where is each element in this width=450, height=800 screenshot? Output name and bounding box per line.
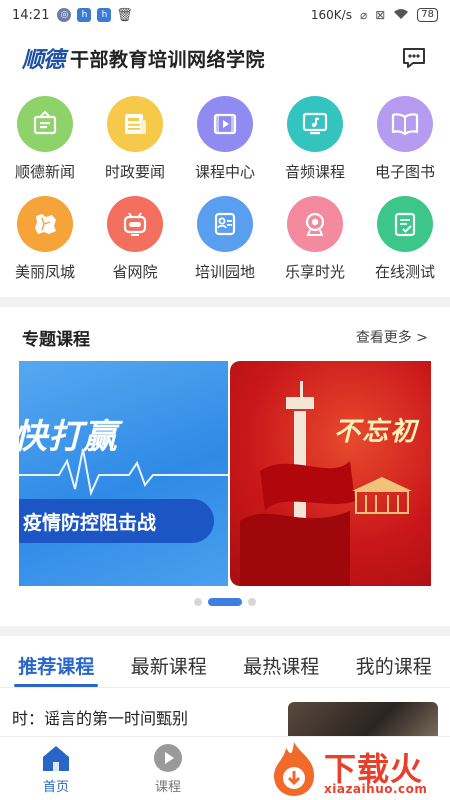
nav-label: 课程 — [154, 780, 181, 795]
grid-item-label: 顺德新闻 — [14, 163, 75, 181]
featured-courses-header: 专题课程 查看更多 > — [0, 322, 450, 352]
grid-item-label: 乐享时光 — [284, 263, 345, 281]
course-list-item[interactable]: 时：谣言的第一时间甄别 — [0, 700, 450, 736]
grid-item-training-ground[interactable]: 培训园地 — [180, 196, 270, 296]
tab-label: 最新课程 — [130, 656, 207, 678]
home-icon — [41, 743, 71, 773]
grid-item-leisure-time[interactable]: 乐享时光 — [270, 196, 360, 296]
grid-item-label: 省网院 — [112, 263, 158, 281]
checklist-icon — [377, 196, 433, 252]
feature-grid: 顺德新闻 时政要闻 课程中心 音频课程 电子图书 美丽凤城 省网院 培训园地 乐… — [0, 96, 450, 296]
webcam-icon — [287, 196, 343, 252]
building-graphic — [352, 477, 412, 514]
grid-item-shunde-news[interactable]: 顺德新闻 — [0, 96, 90, 196]
trash-icon: 🗑 — [116, 7, 133, 23]
nav-label: 首页 — [42, 780, 69, 795]
grid-item-label: 音频课程 — [284, 163, 345, 181]
newspaper-icon — [107, 96, 163, 152]
grid-item-label: 培训园地 — [194, 263, 255, 281]
banner-headline: 快打赢 — [19, 417, 118, 457]
grid-item-label: 电子图书 — [374, 163, 435, 181]
wifi-icon — [393, 8, 409, 23]
pager-dot[interactable] — [248, 598, 256, 606]
pager-dot[interactable] — [194, 598, 202, 606]
grid-item-ebooks[interactable]: 电子图书 — [360, 96, 450, 196]
grid-item-online-test[interactable]: 在线测试 — [360, 196, 450, 296]
grid-item-label: 时政要闻 — [104, 163, 165, 181]
message-button[interactable] — [400, 44, 428, 72]
flame-logo-icon — [274, 742, 314, 796]
section-title: 专题课程 — [22, 329, 90, 350]
view-more-link[interactable]: 查看更多 > — [356, 327, 428, 347]
battery-level: 78 — [417, 8, 438, 22]
status-bar: 14:21 ◎ h h 🗑 160K/s ⌀ ⊠ 78 — [0, 0, 450, 30]
sim-off-icon: ⊠ — [375, 8, 386, 22]
grid-item-political-news[interactable]: 时政要闻 — [90, 96, 180, 196]
robot-icon — [107, 196, 163, 252]
banner-never-forget[interactable]: 不忘初 — [230, 361, 431, 586]
app-title: 干部教育培训网络学院 — [70, 48, 266, 71]
grid-item-provincial-academy[interactable]: 省网院 — [90, 196, 180, 296]
section-divider — [0, 626, 450, 636]
open-book-icon — [377, 96, 433, 152]
music-monitor-icon — [287, 96, 343, 152]
carousel-pager — [0, 598, 450, 606]
app-notification-icon: h — [97, 8, 112, 22]
alarm-off-icon: ⌀ — [359, 8, 368, 22]
banner-subtitle: 疫情防控阻击战 — [19, 499, 214, 543]
grid-item-audio-courses[interactable]: 音频课程 — [270, 96, 360, 196]
network-speed: 160K/s — [310, 8, 352, 22]
training-card-icon — [197, 196, 253, 252]
banner-epidemic-control[interactable]: 快打赢 疫情防控阻击战 — [19, 361, 228, 586]
course-tabs: 推荐课程 最新课程 最热课程 我的课程 — [0, 644, 450, 688]
video-play-icon — [197, 96, 253, 152]
tab-active-indicator — [14, 684, 99, 687]
tab-label: 最热课程 — [243, 656, 320, 678]
nav-courses[interactable]: 课程 — [112, 737, 224, 800]
app-header: 顺德 干部教育培训网络学院 — [0, 38, 450, 78]
pager-dot-active[interactable] — [208, 598, 242, 606]
tab-label: 推荐课程 — [18, 656, 95, 678]
tab-label: 我的课程 — [355, 656, 432, 678]
watermark-url: xiazaihuo.com — [324, 782, 428, 796]
grid-item-label: 美丽凤城 — [14, 263, 75, 281]
map-region-icon — [17, 196, 73, 252]
featured-carousel[interactable]: 快打赢 疫情防控阻击战 不忘初 — [19, 361, 431, 586]
section-divider — [0, 297, 450, 307]
tab-recommended[interactable]: 推荐课程 — [0, 644, 113, 687]
course-title: 时：谣言的第一时间甄别 — [12, 709, 189, 728]
play-circle-icon — [153, 743, 183, 773]
nav-home[interactable]: 首页 — [0, 737, 112, 800]
notice-board-icon — [17, 96, 73, 152]
app-notification-icon: h — [77, 8, 92, 22]
status-time: 14:21 — [12, 7, 50, 23]
banner-title: 不忘初 — [334, 417, 419, 447]
watermark: 下载火 xiazaihuo.com — [266, 738, 442, 800]
tab-my-courses[interactable]: 我的课程 — [338, 644, 450, 687]
grid-item-course-center[interactable]: 课程中心 — [180, 96, 270, 196]
grid-item-beautiful-fengcheng[interactable]: 美丽凤城 — [0, 196, 90, 296]
tab-latest[interactable]: 最新课程 — [113, 644, 226, 687]
app-logo: 顺德 — [22, 47, 65, 73]
app-notification-icon: ◎ — [57, 8, 72, 22]
tab-hottest[interactable]: 最热课程 — [225, 644, 338, 687]
grid-item-label: 课程中心 — [194, 163, 255, 181]
course-thumbnail — [288, 702, 438, 736]
chat-bubble-icon — [403, 48, 425, 68]
grid-item-label: 在线测试 — [374, 263, 435, 281]
